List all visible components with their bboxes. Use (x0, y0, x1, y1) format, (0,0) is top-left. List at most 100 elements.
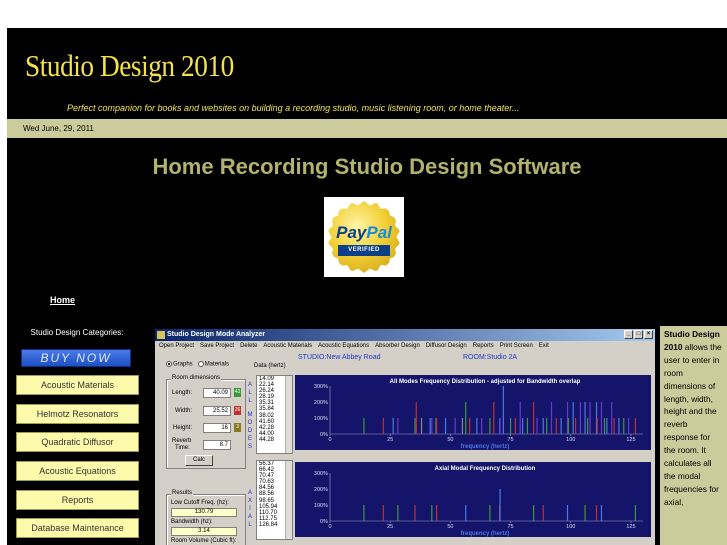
x-tick-label: 25 (387, 437, 393, 443)
radio-graphs[interactable]: Graphs (166, 361, 193, 368)
all-modes-list[interactable]: 14.09 22.14 26.24 28.19 35.31 35.84 38.02 41.60… (256, 375, 293, 454)
height-label: Height: (173, 425, 193, 431)
vertical-letter: I (249, 506, 251, 512)
paypal-logo-pal: Pal (366, 223, 392, 242)
nav-helmotz-resonators[interactable]: Helmotz Resonators (16, 404, 139, 424)
x-tick-label: 100 (566, 437, 575, 443)
vertical-letter: O (247, 420, 253, 426)
calc-button[interactable]: Calc (185, 455, 213, 466)
bar (489, 505, 491, 521)
bar (566, 505, 569, 521)
studio-value: New Abbey Road (326, 354, 381, 361)
app-icon (157, 331, 165, 339)
menu-exit[interactable]: Exit (539, 341, 549, 351)
results-group: Results Low Cutoff Freq. (hz): 130.79 Ba… (166, 490, 246, 545)
menu-acoustic-materials[interactable]: Acoustic Materials (263, 341, 312, 351)
nav-acoustic-equations[interactable]: Acoustic Equations (16, 461, 139, 481)
scrollbar[interactable] (285, 376, 292, 453)
y-tick-label: 100% (314, 503, 328, 509)
nav-acoustic-materials[interactable]: Acoustic Materials (16, 375, 139, 395)
bar (634, 418, 636, 434)
paypal-seal-icon: PayPal VERIFIED (328, 201, 400, 273)
paypal-verified-label: VERIFIED (338, 245, 390, 256)
maximize-icon[interactable]: □ (634, 330, 643, 339)
bandwidth-label: Bandwidth (hz): (171, 519, 213, 525)
bar (502, 386, 504, 434)
low-cutoff-label: Low Cutoff Freq. (hz): (171, 500, 229, 506)
chart-title: All Modes Frequency Distribution - adjus… (390, 379, 581, 385)
nav-quadratic-diffusor[interactable]: Quadratic Diffusor (16, 432, 139, 452)
bar (606, 418, 608, 434)
vertical-letter: L (248, 390, 252, 396)
x-tick-label: 75 (508, 524, 514, 530)
site-title[interactable]: Studio Design 2010 (25, 48, 234, 84)
minimize-icon[interactable]: _ (624, 330, 633, 339)
buy-now-button[interactable]: BUY NOW (21, 349, 131, 367)
bar (613, 418, 615, 434)
bar (420, 418, 423, 434)
bar (627, 418, 630, 434)
reverb-time-label: Time: (175, 445, 190, 451)
bar (532, 402, 535, 434)
chart-title: Axial Modal Frequency Distribution (435, 466, 536, 472)
bar (589, 402, 591, 434)
studio-label: STUDIO: (298, 354, 327, 361)
paypal-logo: PayPal (328, 223, 400, 243)
room-dimensions-label: Room dimensions (171, 375, 222, 381)
radio-materials-label: Materials (204, 361, 230, 368)
bar (596, 418, 598, 434)
height-input[interactable]: 16 (203, 423, 231, 433)
window-title: Studio Design Mode Analyzer (167, 331, 266, 338)
bar (555, 418, 557, 434)
bar (536, 418, 538, 434)
menu-delete[interactable]: Delete (240, 341, 257, 351)
bar (587, 418, 589, 434)
bar (461, 418, 464, 434)
view-mode-radios: Graphs Materials (166, 361, 229, 368)
reverb-input[interactable]: 8.7 (203, 440, 231, 450)
bar (465, 505, 467, 521)
x-axis-label: frequency (hertz) (461, 531, 510, 537)
scrollbar[interactable] (285, 461, 292, 539)
length-input[interactable]: 40.09 (203, 388, 231, 398)
window-titlebar: Studio Design Mode Analyzer _ □ × (155, 329, 655, 341)
data-hertz-label: Data (hertz) (254, 363, 286, 369)
vertical-letter: S (247, 444, 252, 450)
width-input[interactable]: 25.52 (203, 406, 231, 416)
home-link[interactable]: Home (50, 295, 75, 305)
categories-label: Studio Design Categories: (30, 328, 124, 337)
length-spinner[interactable]: 43 (234, 388, 241, 397)
nav-database-maintenance[interactable]: Database Maintenance (16, 518, 139, 538)
vertical-letter: E (247, 436, 252, 442)
menu-print-screen[interactable]: Print Screen (500, 341, 533, 351)
x-tick-label: 100 (566, 524, 575, 530)
width-spinner[interactable]: 26 (234, 406, 241, 415)
bar (414, 418, 416, 434)
paypal-verified-badge[interactable]: PayPal VERIFIED (324, 197, 404, 277)
height-spinner[interactable]: 3 (234, 423, 241, 432)
vertical-letter: A (247, 490, 252, 496)
menu-absorber-design[interactable]: Absorber Design (375, 341, 420, 351)
menu-save-project[interactable]: Save Project (200, 341, 234, 351)
results-label: Results (171, 490, 194, 496)
bar (546, 418, 548, 434)
radio-materials[interactable]: Materials (197, 361, 230, 368)
vertical-letter: A (247, 382, 252, 388)
menu-diffusor-design[interactable]: Diffusor Design (426, 341, 467, 351)
bar (436, 505, 438, 521)
close-icon[interactable]: × (644, 330, 653, 339)
menu-acoustic-equations[interactable]: Acoustic Equations (318, 341, 369, 351)
room-volume-label: Room Volume (Cubic ft): (171, 538, 237, 544)
y-tick-label: 300% (314, 471, 328, 477)
room-value: Studio 2A (486, 354, 518, 361)
axial-modes-list[interactable]: 56.37 66.42 70.47 70.63 84.56 88.56 98.65 105.9… (256, 460, 293, 540)
all-modes-chart-svg: All Modes Frequency Distribution - adjus… (314, 379, 643, 450)
vertical-letter: L (248, 398, 252, 404)
nav-reports[interactable]: Reports (16, 490, 139, 510)
bar (611, 402, 613, 434)
menu-reports[interactable]: Reports (473, 341, 494, 351)
bar (382, 418, 384, 434)
menu-open-project[interactable]: Open Project (159, 341, 194, 351)
axial-modes-chart: Axial Modal Frequency Distribution 300% 20… (295, 462, 651, 537)
bar (542, 505, 544, 521)
